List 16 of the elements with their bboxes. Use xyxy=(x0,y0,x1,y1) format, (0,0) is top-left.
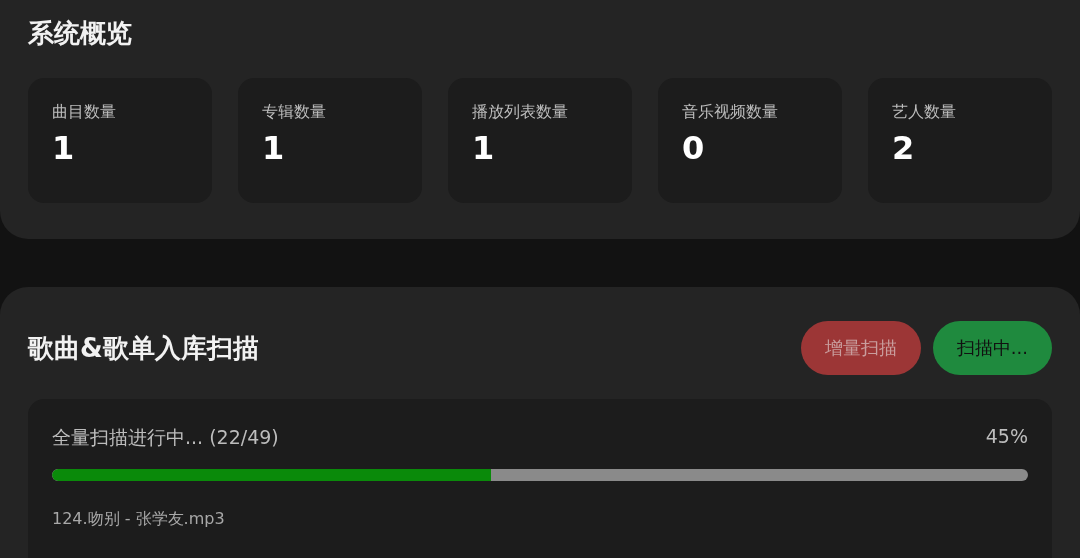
stat-value: 1 xyxy=(472,129,496,167)
stat-label: 艺人数量 xyxy=(892,102,957,123)
stat-value: 2 xyxy=(892,129,916,167)
stat-label: 音乐视频数量 xyxy=(682,102,779,123)
current-file: 124.吻别 - 张学友.mp3 xyxy=(52,509,226,530)
stat-value: 1 xyxy=(52,129,76,167)
progress-status: 全量扫描进行中... (22/49) xyxy=(52,425,279,450)
section-title: 系统概览 xyxy=(28,17,133,50)
stat-label: 播放列表数量 xyxy=(472,102,569,123)
stat-label: 曲目数量 xyxy=(52,102,117,123)
stat-value: 0 xyxy=(682,129,706,167)
progress-percent: 45% xyxy=(985,425,1028,449)
scan-button[interactable]: 扫描中... xyxy=(932,321,1052,375)
stat-value: 1 xyxy=(262,129,286,167)
stat-label: 专辑数量 xyxy=(262,102,327,123)
section-title: 歌曲&歌单入库扫描 xyxy=(28,332,259,365)
